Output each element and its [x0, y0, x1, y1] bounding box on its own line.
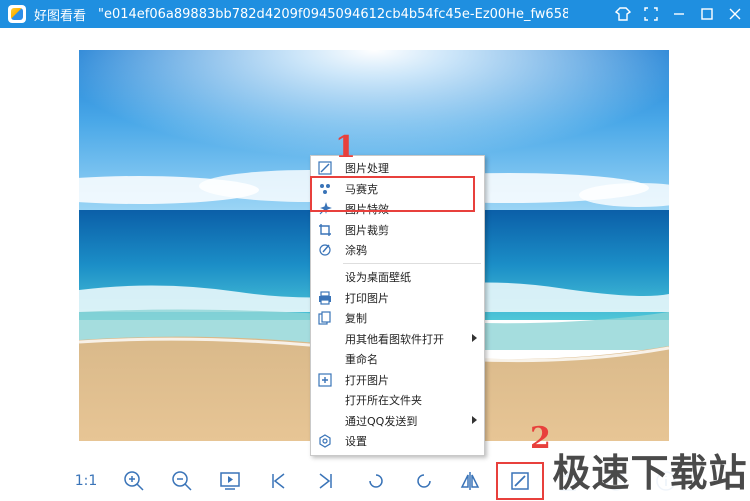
- slideshow-icon[interactable]: [216, 467, 244, 495]
- menu-item-open-image[interactable]: 打开图片: [311, 370, 484, 391]
- menu-item-label: 设置: [345, 435, 367, 449]
- menu-item-open-folder[interactable]: 打开所在文件夹: [311, 390, 484, 411]
- window-controls: [610, 0, 750, 28]
- close-icon[interactable]: [722, 0, 748, 28]
- watermark: 极速下载站: [550, 441, 750, 497]
- rotate-left-icon[interactable]: [362, 467, 390, 495]
- app-name: 好图看看: [34, 8, 87, 24]
- menu-item-set-wallpaper[interactable]: 设为桌面壁纸: [311, 267, 484, 288]
- watermark-text: 极速下载站: [552, 450, 748, 495]
- menu-item-label: 用其他看图软件打开: [345, 332, 444, 346]
- annotation-step-1: 1: [335, 130, 356, 165]
- menu-item-label: 设为桌面壁纸: [345, 271, 411, 285]
- file-title: "e014ef06a89883bb782d4209f0945094612cb4b…: [98, 6, 569, 22]
- maximize-icon[interactable]: [694, 0, 720, 28]
- previous-icon[interactable]: [264, 467, 292, 495]
- menu-item-open-with[interactable]: 用其他看图软件打开: [311, 329, 484, 350]
- menu-item-label: 重命名: [345, 353, 378, 367]
- image-edit-button[interactable]: [506, 467, 534, 495]
- menu-item-graffiti[interactable]: 涂鸦: [311, 240, 484, 261]
- skin-icon[interactable]: [610, 0, 636, 28]
- menu-separator: [343, 263, 481, 264]
- highlight-box-menu-item: [310, 176, 475, 212]
- menu-item-print[interactable]: 打印图片: [311, 288, 484, 309]
- menu-item-settings[interactable]: 设置: [311, 431, 484, 452]
- printer-icon: [317, 290, 333, 306]
- menu-item-send-qq[interactable]: 通过QQ发送到: [311, 411, 484, 432]
- app-logo-icon: [8, 5, 26, 23]
- menu-item-label: 打开图片: [345, 373, 389, 387]
- menu-item-label: 打印图片: [345, 291, 389, 305]
- zoom-out-icon[interactable]: [168, 467, 196, 495]
- actual-size-label: 1:1: [74, 473, 98, 489]
- zoom-in-icon[interactable]: [120, 467, 148, 495]
- title-bar: 好图看看 "e014ef06a89883bb782d4209f094509461…: [0, 0, 750, 28]
- menu-item-label: 涂鸦: [345, 244, 367, 258]
- submenu-arrow-icon: [472, 415, 477, 424]
- menu-item-label: 打开所在文件夹: [345, 394, 422, 408]
- menu-item-label: 复制: [345, 312, 367, 326]
- minimize-icon[interactable]: [666, 0, 692, 28]
- image-edit-icon: [317, 160, 333, 176]
- rotate-right-icon[interactable]: [410, 467, 438, 495]
- submenu-arrow-icon: [472, 333, 477, 342]
- menu-item-rename[interactable]: 重命名: [311, 349, 484, 370]
- next-icon[interactable]: [312, 467, 340, 495]
- menu-item-copy[interactable]: 复制: [311, 308, 484, 329]
- menu-item-crop[interactable]: 图片裁剪: [311, 220, 484, 241]
- open-image-icon: [317, 372, 333, 388]
- graffiti-icon: [317, 242, 333, 258]
- crop-icon: [317, 222, 333, 238]
- menu-item-label: 通过QQ发送到: [345, 414, 418, 428]
- annotation-step-2: 2: [530, 421, 551, 456]
- flip-icon[interactable]: [456, 467, 484, 495]
- settings-icon: [317, 433, 333, 449]
- menu-item-label: 图片裁剪: [345, 223, 389, 237]
- actual-size-button[interactable]: 1:1: [72, 467, 100, 495]
- fullscreen-icon[interactable]: [638, 0, 664, 28]
- copy-icon: [317, 310, 333, 326]
